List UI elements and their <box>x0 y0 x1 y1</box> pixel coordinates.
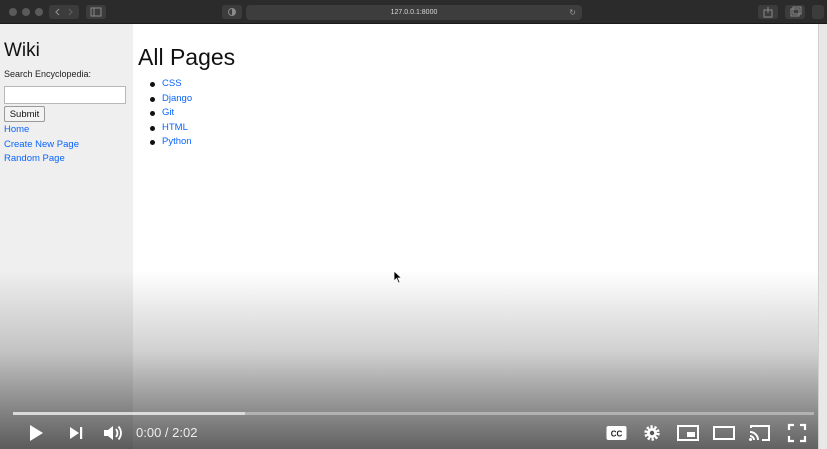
page-link-html[interactable]: HTML <box>162 122 188 133</box>
list-item: HTML <box>149 121 192 136</box>
search-input[interactable] <box>4 86 126 104</box>
captions-icon[interactable]: CC <box>606 425 627 441</box>
settings-icon[interactable] <box>642 423 662 443</box>
fullscreen-icon[interactable] <box>787 423 807 443</box>
search-label: Search Encyclopedia: <box>4 69 92 79</box>
address-bar[interactable]: 127.0.0.1:8000 ↻ <box>246 5 582 20</box>
list-item: Git <box>149 106 192 121</box>
wiki-title: Wiki <box>4 40 40 61</box>
url-text: 127.0.0.1:8000 <box>390 9 438 16</box>
create-new-page-link[interactable]: Create New Page <box>4 139 79 150</box>
svg-text:CC: CC <box>611 430 623 439</box>
miniplayer-icon[interactable] <box>677 425 699 441</box>
list-item: CSS <box>149 77 192 92</box>
next-icon[interactable] <box>68 425 84 441</box>
page-link-django[interactable]: Django <box>162 93 192 104</box>
list-item: Django <box>149 92 192 107</box>
theater-mode-icon[interactable] <box>713 426 735 440</box>
page-list: CSS Django Git HTML Python <box>149 77 192 150</box>
page-link-python[interactable]: Python <box>162 136 192 147</box>
list-item: Python <box>149 135 192 150</box>
progress-bar[interactable] <box>13 412 814 415</box>
volume-icon[interactable] <box>102 423 124 443</box>
share-icon[interactable] <box>758 5 778 19</box>
page-link-git[interactable]: Git <box>162 107 174 118</box>
cast-icon[interactable] <box>748 423 772 443</box>
page-title: All Pages <box>138 44 236 70</box>
submit-button[interactable]: Submit <box>4 106 45 122</box>
privacy-icon[interactable] <box>222 5 242 19</box>
time-display: 0:00 / 2:02 <box>136 425 198 440</box>
buffered-progress <box>13 412 246 415</box>
page-link-css[interactable]: CSS <box>162 78 182 89</box>
play-icon[interactable] <box>27 423 45 443</box>
random-page-link[interactable]: Random Page <box>4 153 65 164</box>
sidebar-toggle-icon[interactable] <box>86 5 106 19</box>
zoom-window-icon[interactable] <box>35 8 43 16</box>
tabs-overview-icon[interactable] <box>785 5 805 19</box>
new-tab-icon[interactable] <box>812 5 824 19</box>
close-window-icon[interactable] <box>9 8 17 16</box>
scrollbar[interactable] <box>818 24 827 449</box>
reload-icon[interactable]: ↻ <box>569 5 576 20</box>
browser-toolbar: 127.0.0.1:8000 ↻ <box>0 0 827 24</box>
back-forward-buttons[interactable] <box>49 5 79 19</box>
minimize-window-icon[interactable] <box>22 8 30 16</box>
home-link[interactable]: Home <box>4 124 29 135</box>
